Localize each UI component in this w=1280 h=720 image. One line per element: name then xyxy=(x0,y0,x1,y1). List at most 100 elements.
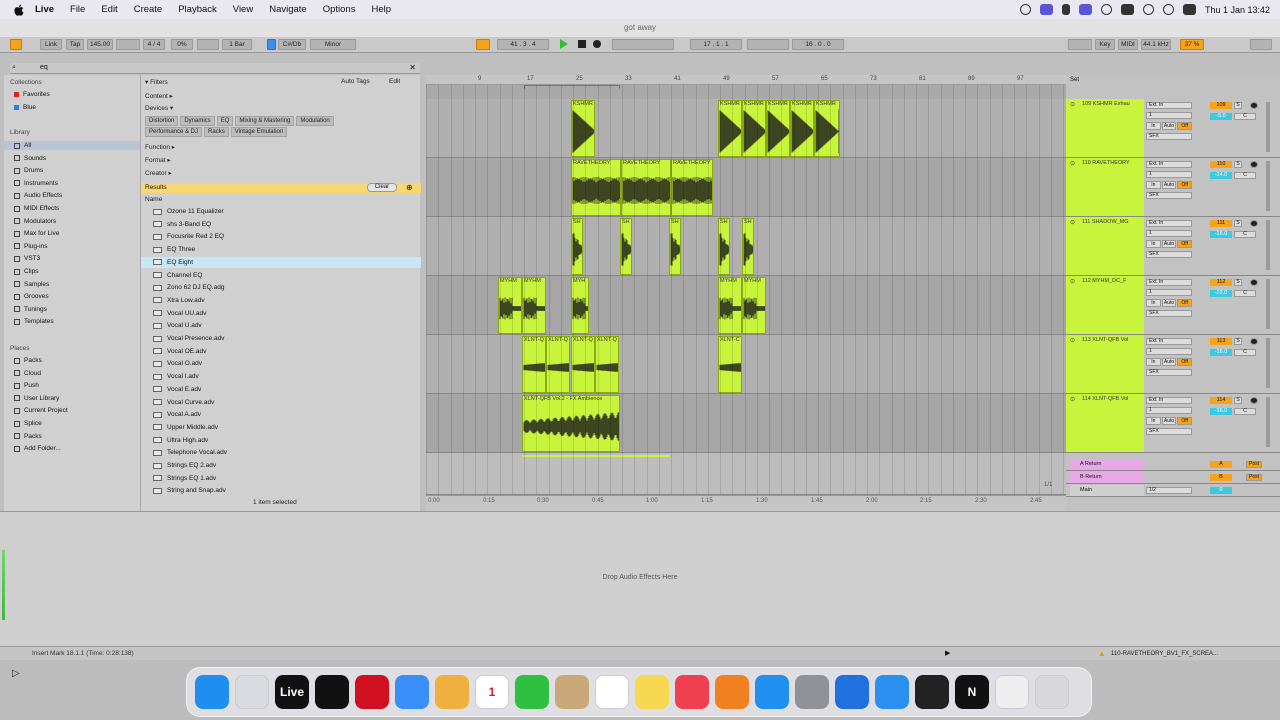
library-item-tunings[interactable]: Tunings xyxy=(14,306,47,313)
track-name[interactable]: 112 MYHM_DC_F xyxy=(1066,276,1144,334)
menu-navigate[interactable]: Navigate xyxy=(269,4,307,15)
search-input[interactable]: eq xyxy=(40,64,48,71)
solo-button[interactable]: S xyxy=(1234,279,1242,286)
control-center-icon[interactable] xyxy=(1182,4,1196,15)
result-item[interactable]: Vocal UU.adv xyxy=(153,310,206,317)
key-map-button[interactable]: Key xyxy=(1095,39,1115,50)
content-filter[interactable]: Content ▸ xyxy=(145,92,173,100)
library-item-audio-effects[interactable]: Audio Effects xyxy=(14,192,62,199)
audio-clip[interactable]: XLNT-Q xyxy=(546,336,570,393)
monitor-off-button[interactable]: Off xyxy=(1177,122,1193,130)
creator-filter[interactable]: Creator ▸ xyxy=(145,169,172,177)
library-item-grooves[interactable]: Grooves xyxy=(14,293,49,300)
input-channel-select[interactable]: 1 xyxy=(1146,112,1192,119)
arm-button[interactable] xyxy=(1250,102,1258,109)
pan-field[interactable]: C xyxy=(1234,113,1256,120)
filters-toggle[interactable]: ▾ Filters xyxy=(145,78,168,86)
result-item[interactable]: Vocal O.adv xyxy=(153,360,202,367)
audio-clip[interactable]: XLNT-Q xyxy=(571,336,595,393)
result-item[interactable]: Vocal OE.adv xyxy=(153,348,206,355)
quantization-select[interactable]: 1 Bar xyxy=(222,39,252,50)
clear-search-icon[interactable]: ✕ xyxy=(409,63,416,72)
place-item-push[interactable]: Push xyxy=(14,382,39,389)
play-circle-icon[interactable] xyxy=(1100,4,1112,15)
add-filter-icon[interactable]: ⊕ xyxy=(406,183,413,192)
pan-field[interactable]: C xyxy=(1234,290,1256,297)
play-icon[interactable]: ▷ xyxy=(12,668,20,679)
result-item[interactable]: shs 3-Band EQ xyxy=(153,221,211,228)
loop-start-field[interactable]: 17 . 1 . 1 xyxy=(690,39,742,50)
return-name[interactable]: B Return xyxy=(1070,472,1144,483)
auto-tags-toggle[interactable]: Auto Tags xyxy=(341,78,370,85)
output-select[interactable]: SFX xyxy=(1146,192,1192,199)
result-item[interactable]: Ultra High.adv xyxy=(153,437,208,444)
solo-button[interactable]: S xyxy=(1234,338,1242,345)
input-channel-select[interactable]: 1 xyxy=(1146,230,1192,237)
monitor-off-button[interactable]: Off xyxy=(1177,181,1193,189)
time-ruler[interactable]: 1/1 0:00 0:15 0:30 0:45 1:00 1:15 1:30 1:45 2:00… xyxy=(426,482,1066,511)
monitor-off-button[interactable]: Off xyxy=(1177,417,1193,425)
automation-controls[interactable] xyxy=(612,39,674,50)
play-button[interactable] xyxy=(560,39,568,49)
position-field[interactable]: 41 . 3 . 4 xyxy=(497,39,549,50)
grid-icon[interactable] xyxy=(10,39,22,50)
monitor-auto-button[interactable]: Auto xyxy=(1161,417,1177,425)
track-activator[interactable]: 114 xyxy=(1210,397,1232,404)
calendar-icon[interactable]: 1 xyxy=(475,675,509,709)
stop-button[interactable] xyxy=(578,40,586,48)
metronome-icon[interactable] xyxy=(197,39,219,50)
wifi-icon[interactable] xyxy=(1142,4,1154,15)
return-post-button[interactable]: Post xyxy=(1246,461,1262,468)
pages-icon[interactable] xyxy=(715,675,749,709)
monitor-in-button[interactable]: In xyxy=(1146,417,1161,425)
return-letter[interactable]: A xyxy=(1210,461,1232,468)
monitor-auto-button[interactable]: Auto xyxy=(1161,240,1177,248)
main-name[interactable]: Main xyxy=(1070,485,1144,496)
clear-button[interactable]: Clear xyxy=(367,183,397,192)
result-item[interactable]: Vocal A.adv xyxy=(153,411,201,418)
audio-clip[interactable]: MYHM xyxy=(718,277,742,334)
input-channel-select[interactable]: 1 xyxy=(1146,171,1192,178)
loop-toggle[interactable] xyxy=(747,39,789,50)
arrangement-play-icon[interactable] xyxy=(476,39,490,50)
screen-record-icon[interactable] xyxy=(1019,4,1031,15)
library-item-sounds[interactable]: Sounds xyxy=(14,155,46,162)
result-item[interactable]: Vocal U.adv xyxy=(153,322,202,329)
arrangement-view[interactable]: 9 17 25 33 41 49 57 65 73 81 89 97 KSHMR KSHMR KSHMR K… xyxy=(426,75,1066,511)
monitor-in-button[interactable]: In xyxy=(1146,122,1161,130)
key-select[interactable]: C#/Db xyxy=(278,39,306,50)
pan-field[interactable]: C xyxy=(1234,349,1256,356)
arm-button[interactable] xyxy=(1250,279,1258,286)
input-type-select[interactable]: Ext. In xyxy=(1146,102,1192,109)
output-select[interactable]: SFX xyxy=(1146,251,1192,258)
result-item[interactable]: Strings EQ 2.adv xyxy=(153,462,216,469)
result-item[interactable]: Vocal Presence.adv xyxy=(153,335,224,342)
return-letter[interactable]: B xyxy=(1210,474,1232,481)
input-type-select[interactable]: Ext. In xyxy=(1146,279,1192,286)
track-activator[interactable]: 113 xyxy=(1210,338,1232,345)
fold-icon[interactable]: ⊙ xyxy=(1070,160,1075,167)
input-channel-select[interactable]: 1 xyxy=(1146,289,1192,296)
groove-field[interactable]: 0% xyxy=(171,39,193,50)
monitor-auto-button[interactable]: Auto xyxy=(1161,181,1177,189)
messages-icon[interactable] xyxy=(515,675,549,709)
monitor-in-button[interactable]: In xyxy=(1146,181,1161,189)
menu-live[interactable]: Live xyxy=(35,4,54,15)
input-channel-select[interactable]: 1 xyxy=(1146,407,1192,414)
menu-playback[interactable]: Playback xyxy=(178,4,217,15)
output-select[interactable]: SFX xyxy=(1146,133,1192,140)
arm-button[interactable] xyxy=(1250,220,1258,227)
audio-clip[interactable]: MYHM xyxy=(498,277,522,334)
solo-button[interactable]: S xyxy=(1234,102,1242,109)
main-volume-field[interactable]: 0 xyxy=(1210,487,1232,494)
volume-field[interactable]: -5.0 xyxy=(1210,113,1232,120)
photos-icon[interactable] xyxy=(435,675,469,709)
audio-clip[interactable]: MYHM xyxy=(742,277,766,334)
tag-mixing[interactable]: Mixing & Mastering xyxy=(235,116,295,126)
audio-clip[interactable]: KSHMR xyxy=(742,100,766,157)
track-name[interactable]: 111 SHADOW_MG xyxy=(1066,217,1144,275)
display-icon[interactable] xyxy=(1078,4,1092,15)
track-lane[interactable] xyxy=(426,158,1066,217)
result-item[interactable]: Zono 62 DJ EQ.adg xyxy=(153,284,224,291)
tag-vintage[interactable]: Vintage Emulation xyxy=(230,127,288,137)
